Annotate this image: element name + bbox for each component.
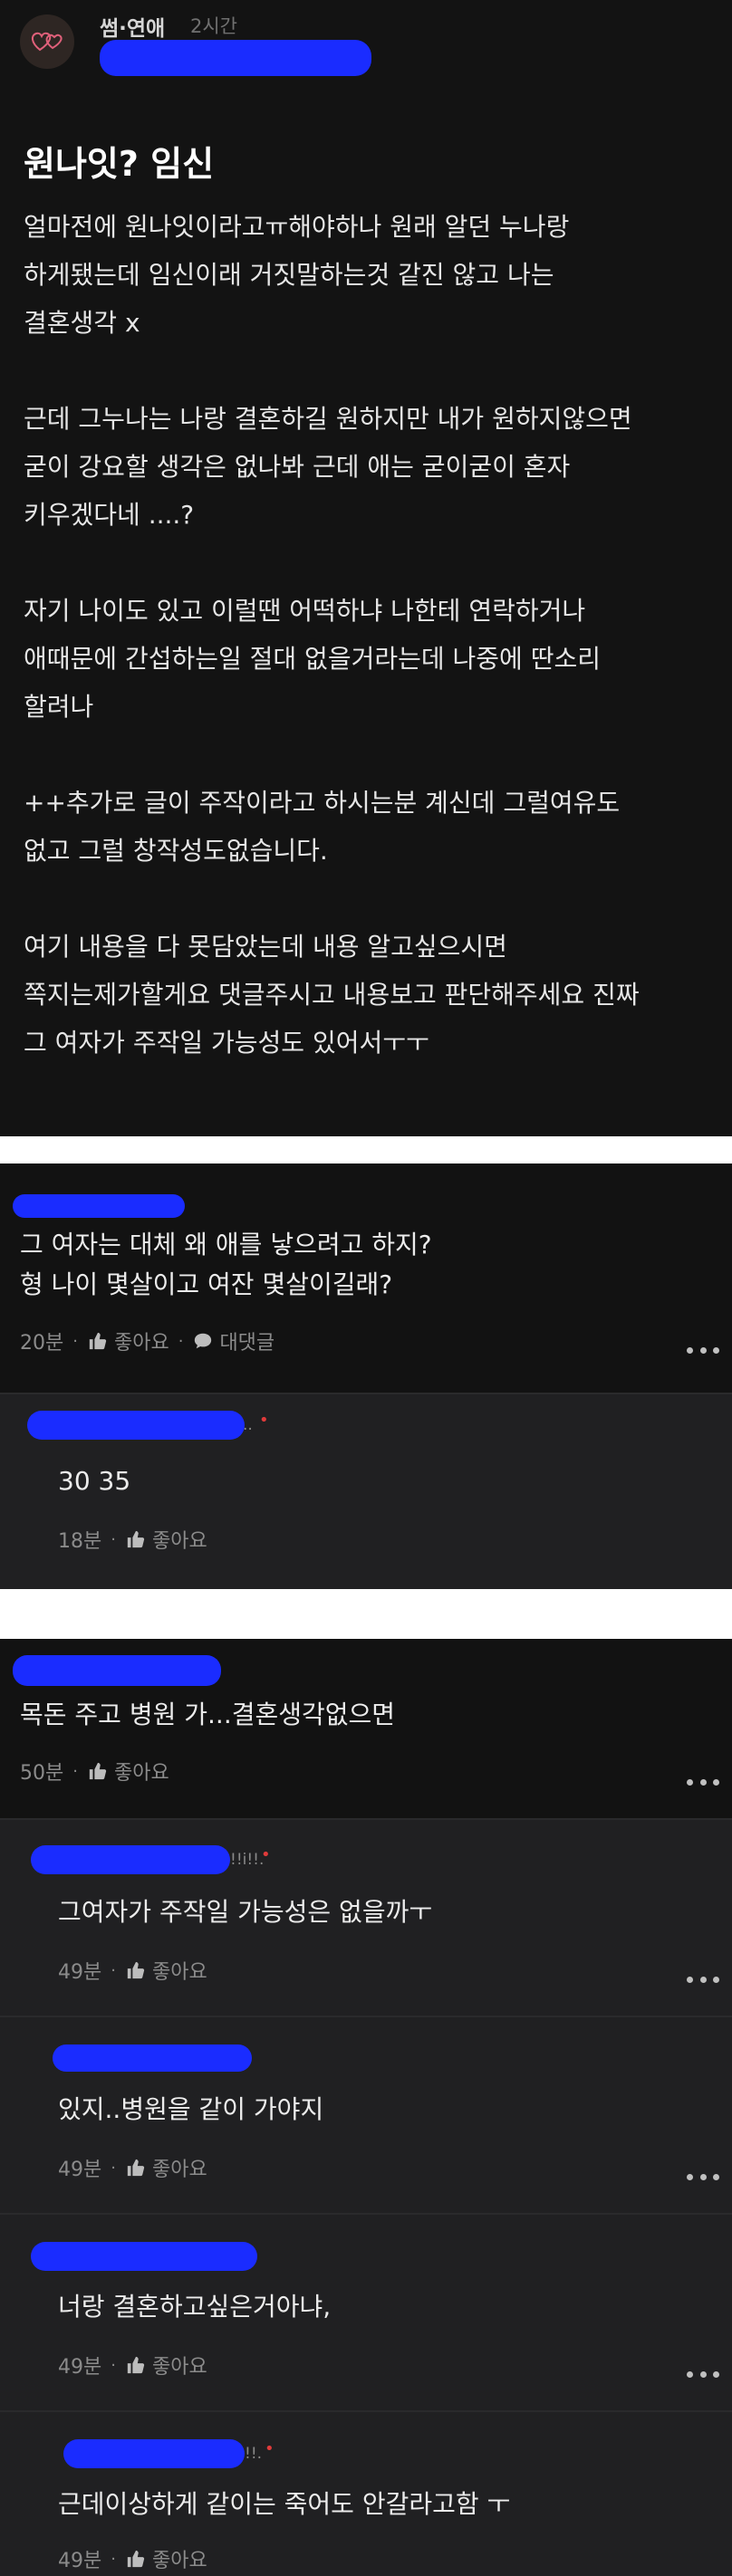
post-body-line: 그 여자가 주작일 가능성도 있어서ㅜㅜ (24, 1028, 429, 1058)
post-body-line: 하게됐는데 임신이래 거짓말하는것 같진 않고 나는 (24, 260, 554, 290)
author-dot: • (261, 1845, 271, 1864)
like-button[interactable]: 좋아요 (114, 1326, 169, 1355)
reply-comment: !!i!!. • 그여자가 주작일 가능성은 없을까ㅜ 49분 · 좋아요 (0, 1820, 732, 2016)
like-button[interactable]: 좋아요 (152, 1525, 207, 1554)
like-button[interactable]: 좋아요 (152, 2544, 207, 2573)
comment-thread: 그 여자는 대체 왜 애를 낳으려고 하지? 형 나이 몇살이고 여잔 몇살이길… (0, 1164, 732, 1589)
comment-meta: 49분 · 좋아요 (58, 2153, 207, 2182)
comment-thread: 목돈 주고 병원 가...결혼생각없으면 50분 · 좋아요 !!i!!. • … (0, 1639, 732, 2576)
redacted-commenter (27, 1411, 245, 1440)
commenter-name-tail: !!. (245, 2445, 263, 2463)
commenter-name-tail: !!i!!. (230, 1851, 265, 1869)
comment-meta: 20분 · 좋아요 · 대댓글 (20, 1326, 274, 1355)
comment-time: 50분 (20, 1762, 64, 1785)
comment-text: 그 여자는 대체 왜 애를 낳으려고 하지? (20, 1230, 432, 1259)
reply-button[interactable]: 대댓글 (219, 1326, 274, 1355)
post-title: 원나잇? 임신 (24, 144, 215, 184)
reply-comment: 있지..병원을 같이 가야지 49분 · 좋아요 (0, 2017, 732, 2213)
post-category[interactable]: 썸·연애 (100, 11, 165, 42)
post-body-line: ++추가로 글이 주작이라고 하시는분 계신데 그럴여유도 (24, 788, 621, 818)
more-dots-icon[interactable] (687, 1773, 719, 1791)
comment-time: 18분 (58, 1530, 102, 1553)
reply-comment: !!. • 근데이상하게 같이는 죽어도 안갈라고함 ㅜ 49분 · 좋아요 (0, 2412, 732, 2576)
section-separator (0, 1136, 732, 1164)
section-separator (0, 1589, 732, 1639)
author-dot: • (265, 2439, 274, 2458)
post: 썸·연애 2시간 원나잇? 임신 얼마전에 원나잇이라고ㅠ해야하나 원래 알던 … (0, 0, 732, 1136)
redacted-commenter (53, 2045, 252, 2072)
comment-text: 너랑 결혼하고싶은거아냐, (58, 2292, 332, 2322)
reply-comment: 너랑 결혼하고싶은거아냐, 49분 · 좋아요 (0, 2215, 732, 2410)
post-body-line: 없고 그럴 창작성도없습니다. (24, 836, 328, 866)
comment-meta: 18분 · 좋아요 (58, 1525, 207, 1554)
post-time: 2시간 (190, 15, 238, 37)
post-body-line: 할려나 (24, 692, 94, 722)
post-body-line: 키우겠다네 ....? (24, 500, 195, 530)
comment-time: 49분 (58, 2356, 102, 2379)
author-dot: • (259, 1411, 269, 1430)
comment-text: 그여자가 주작일 가능성은 없을까ㅜ (58, 1897, 433, 1927)
post-body-line: 근데 그누나는 나랑 결혼하길 원하지만 내가 원하지않으면 (24, 404, 632, 434)
more-dots-icon[interactable] (687, 2168, 719, 2186)
thumbs-up-icon[interactable] (125, 2354, 147, 2376)
comment-text: 30 35 (58, 1466, 131, 1496)
comment-text: 형 나이 몇살이고 여잔 몇살이길래? (20, 1269, 393, 1299)
comment-meta: 49분 · 좋아요 (58, 1956, 207, 1985)
redacted-commenter (63, 2439, 245, 2468)
like-button[interactable]: 좋아요 (152, 1956, 207, 1985)
comment-time: 49분 (58, 2159, 102, 2181)
like-button[interactable]: 좋아요 (152, 2351, 207, 2380)
thumbs-up-icon[interactable] (87, 1760, 109, 1782)
comment-text: 목돈 주고 병원 가...결혼생각없으면 (20, 1700, 396, 1729)
comment-text: 있지..병원을 같이 가야지 (58, 2094, 324, 2124)
comment-time: 49분 (58, 2550, 102, 2572)
comment: 목돈 주고 병원 가...결혼생각없으면 50분 · 좋아요 (0, 1639, 732, 1818)
heart-logo-icon (31, 32, 63, 52)
redacted-commenter (31, 2242, 257, 2271)
comment: 그 여자는 대체 왜 애를 낳으려고 하지? 형 나이 몇살이고 여잔 몇살이길… (0, 1164, 732, 1393)
post-body: 얼마전에 원나잇이라고ㅠ해야하나 원래 알던 누나랑 하게됐는데 임신이래 거짓… (24, 203, 712, 1067)
avatar[interactable] (20, 14, 74, 69)
more-dots-icon[interactable] (687, 1341, 719, 1359)
thumbs-up-icon[interactable] (87, 1330, 109, 1352)
thumbs-up-icon[interactable] (125, 1528, 147, 1550)
redacted-commenter (13, 1194, 185, 1218)
post-body-line: 결혼생각 x (24, 308, 140, 338)
post-body-line: 쪽지는제가할게요 댓글주시고 내용보고 판단해주세요 진짜 (24, 980, 640, 1010)
commenter-name-tail: .. (243, 1416, 253, 1434)
post-body-line: 자기 나이도 있고 이럴땐 어떡하냐 나한테 연락하거나 (24, 596, 586, 626)
thumbs-up-icon[interactable] (125, 1959, 147, 1981)
comment-meta: 50분 · 좋아요 (20, 1757, 169, 1786)
more-dots-icon[interactable] (687, 2365, 719, 2383)
thumbs-up-icon[interactable] (125, 2548, 147, 2570)
comment-time: 20분 (20, 1332, 64, 1355)
post-body-line: 굳이 강요할 생각은 없나봐 근데 애는 굳이굳이 혼자 (24, 452, 571, 482)
comment-meta: 49분 · 좋아요 (58, 2351, 207, 2380)
redacted-commenter (31, 1845, 230, 1874)
post-body-line: 얼마전에 원나잇이라고ㅠ해야하나 원래 알던 누나랑 (24, 212, 570, 242)
post-header (20, 13, 74, 71)
redacted-author (100, 40, 371, 76)
redacted-commenter (13, 1655, 221, 1686)
comment-text: 근데이상하게 같이는 죽어도 안갈라고함 ㅜ (58, 2489, 511, 2519)
reply-comment: .. • 30 35 18분 · 좋아요 (0, 1394, 732, 1589)
chat-bubble-icon[interactable] (192, 1330, 214, 1352)
comment-time: 49분 (58, 1961, 102, 1984)
like-button[interactable]: 좋아요 (152, 2153, 207, 2182)
post-body-line: 애때문에 간섭하는일 절대 없을거라는데 나중에 딴소리 (24, 644, 601, 674)
more-dots-icon[interactable] (687, 1970, 719, 1988)
like-button[interactable]: 좋아요 (114, 1757, 169, 1786)
comment-meta: 49분 · 좋아요 (58, 2544, 207, 2573)
thumbs-up-icon[interactable] (125, 2157, 147, 2179)
post-body-line: 여기 내용을 다 못담았는데 내용 알고싶으시면 (24, 932, 507, 962)
